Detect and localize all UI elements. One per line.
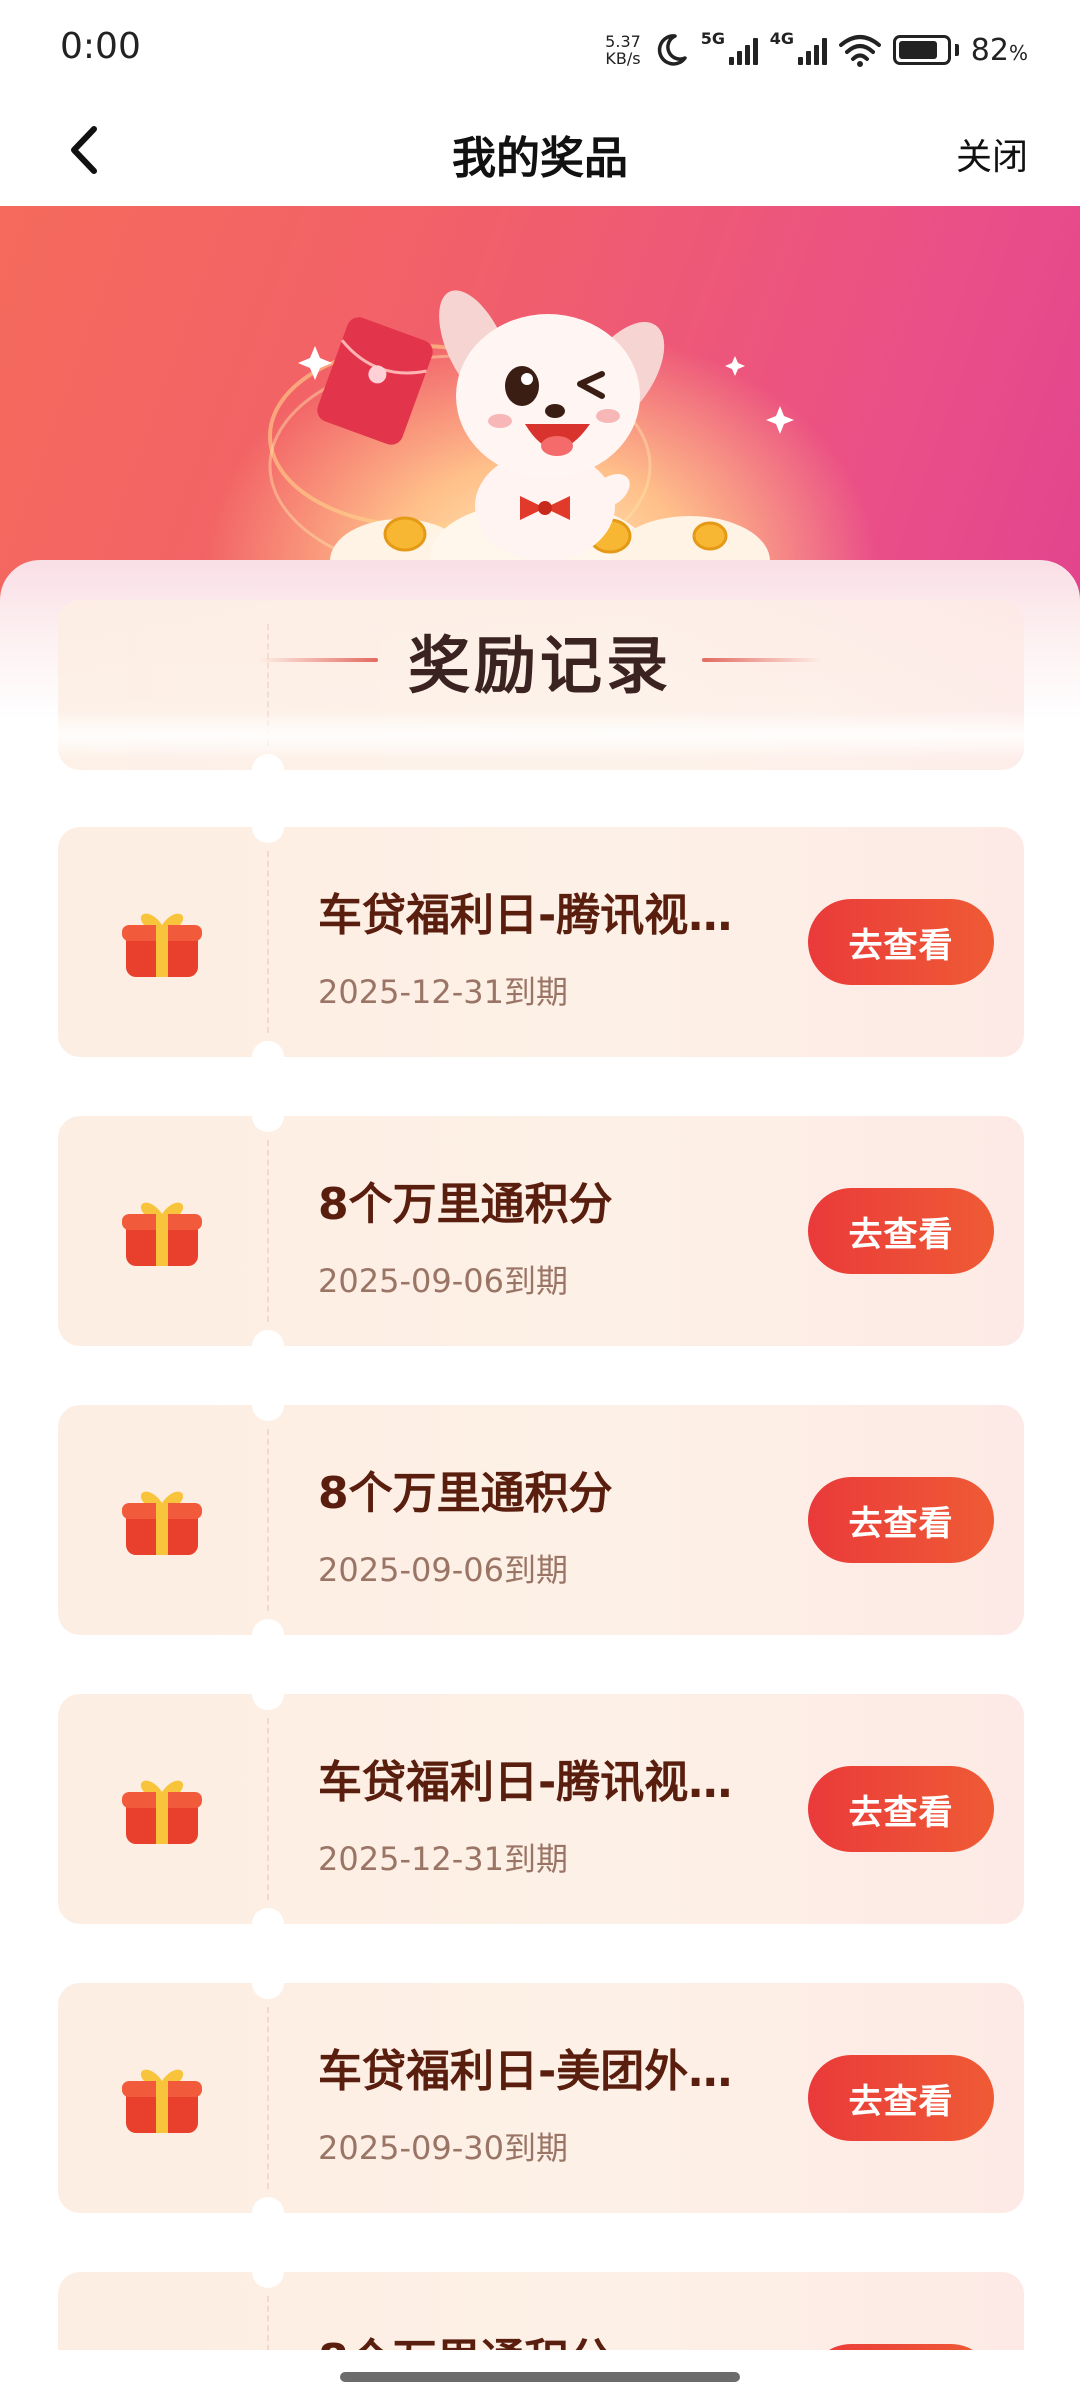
gift-icon — [122, 1780, 202, 1844]
network-speed: 5.37 KB/s — [605, 33, 641, 67]
reward-title: 8个万里通积分 — [318, 1468, 613, 1519]
signal-5g-tag: 5G — [700, 29, 726, 48]
status-icons: 5.37 KB/s 5G 4G 82% — [605, 28, 1028, 72]
reward-expiry: 2025-09-06到期 — [318, 1551, 568, 1589]
gift-icon — [122, 2069, 202, 2133]
signal-4g-tag: 4G — [769, 29, 795, 48]
wifi-icon — [838, 35, 881, 67]
battery-percent-value: 82 — [970, 32, 1009, 68]
page-title: 我的奖品 — [452, 133, 628, 184]
reward-card: 车贷福利日-美团外… 2025-09-30到期 去查看 — [58, 1967, 1024, 2229]
close-button[interactable]: 关闭 — [956, 128, 1028, 180]
reward-expiry: 2025-09-30到期 — [318, 2129, 568, 2167]
battery-percent-sign: % — [1008, 40, 1028, 65]
title-decoration — [702, 658, 822, 662]
top-nav: 我的奖品 关闭 — [0, 96, 1080, 206]
reward-card: 车贷福利日-腾讯视… 2025-12-31到期 去查看 — [58, 1678, 1024, 1940]
reward-card: 8个万里通积分 2025-09-06到期 去查看 — [58, 1389, 1024, 1651]
reward-card: 8个万里通积分 2025-09-06到期 去查看 — [58, 1100, 1024, 1362]
moon-icon — [657, 34, 687, 66]
reward-title: 8个万里通积分 — [318, 1179, 613, 1230]
reward-expiry: 2025-12-31到期 — [318, 1840, 568, 1878]
reward-card: 车贷福利日-腾讯视… 2025-12-31到期 去查看 — [58, 811, 1024, 1073]
view-reward-button[interactable]: 去查看 — [808, 1477, 994, 1563]
network-speed-unit: KB/s — [605, 49, 641, 68]
reward-records-panel: 奖励记录 车贷福利日-腾讯视… 2025-12-31到期 去查看 8个万里通积分… — [0, 560, 1080, 2400]
reward-title: 车贷福利日-腾讯视… — [318, 1757, 733, 1808]
battery-percent: 82% — [971, 33, 1028, 68]
view-reward-button[interactable]: 去查看 — [808, 899, 994, 985]
reward-expiry: 2025-12-31到期 — [318, 973, 568, 1011]
view-reward-button[interactable]: 去查看 — [808, 2055, 994, 2141]
status-bar: 0:00 5.37 KB/s 5G 4G 82% — [0, 0, 1080, 96]
gift-icon — [122, 1491, 202, 1555]
signal-icon: 4G — [770, 29, 827, 65]
panel-header: 奖励记录 — [0, 620, 1080, 702]
home-indicator[interactable] — [340, 2372, 740, 2382]
reward-title: 车贷福利日-美团外… — [318, 2046, 733, 2097]
status-time: 0:00 — [60, 26, 141, 67]
gift-icon — [122, 913, 202, 977]
panel-title: 奖励记录 — [407, 629, 672, 702]
view-reward-button[interactable]: 去查看 — [808, 1766, 994, 1852]
battery-icon — [892, 35, 959, 65]
title-decoration — [257, 658, 378, 662]
reward-expiry: 2025-09-06到期 — [318, 1262, 568, 1300]
network-speed-value: 5.37 — [605, 32, 641, 51]
view-reward-button[interactable]: 去查看 — [808, 1188, 994, 1274]
signal-icon: 5G — [701, 29, 758, 65]
reward-title: 车贷福利日-腾讯视… — [318, 890, 733, 941]
gift-icon — [122, 1202, 202, 1266]
